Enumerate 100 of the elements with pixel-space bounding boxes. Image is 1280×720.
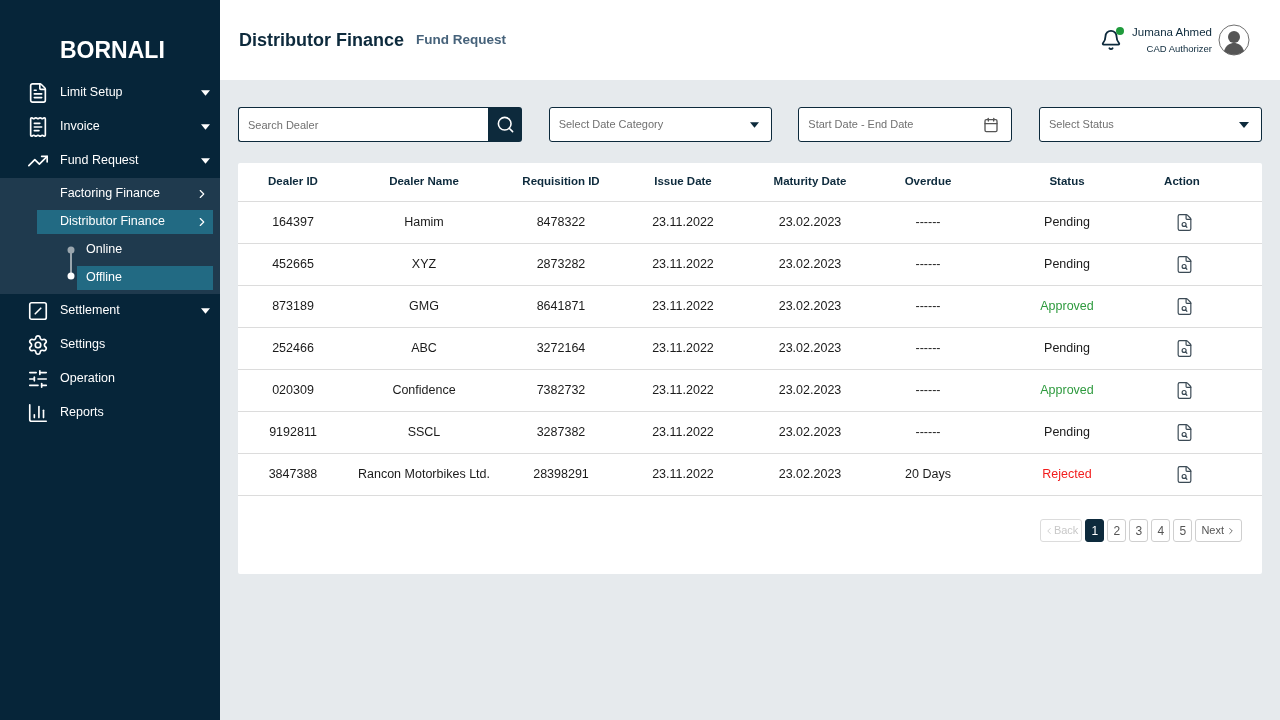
column-header: Status [1048,174,1086,190]
sidebar-item[interactable]: Fund Request [0,143,220,178]
page-button[interactable]: 2 [1107,519,1127,542]
table-cell-text: 23.02.2023 [777,340,843,358]
table-cell-text: SSCL [406,424,442,442]
table-cell-text: ABC [410,340,438,358]
table-cell-text: 3287382 [535,424,587,442]
page-title: Distributor Finance [239,28,404,52]
bell-icon [1100,29,1123,51]
table-cell-text: 28398291 [532,466,590,484]
table-cell-text: 252466 [271,340,315,358]
table-cell-text: ------ [914,382,942,400]
sidebar-item[interactable]: Reports [0,395,220,430]
date-category-dropdown[interactable]: Select Date Category [548,107,772,142]
table-cell-text: ------ [914,424,942,442]
column-header: Dealer ID [267,174,319,190]
table-cell-text: 23.11.2022 [651,424,715,442]
table-cell-text: 164397 [271,214,315,232]
sidebar-item[interactable]: Limit Setup [0,75,220,110]
page-button[interactable]: 4 [1151,519,1171,542]
receipt-icon [27,115,49,138]
search-field[interactable]: Search Dealer [238,107,488,142]
table-cell-text: XYZ [410,256,438,274]
table-cell-text: 23.02.2023 [777,424,843,442]
page-button[interactable]: 1 [1085,519,1105,542]
table-cell-text: 3272164 [535,340,587,358]
logo: BORNALI [60,36,166,65]
caret-icon [201,157,210,164]
page-button[interactable]: 5 [1173,519,1193,542]
table-cell-text: Rancon Motorbikes Ltd. [357,466,491,484]
search-button[interactable] [488,107,522,142]
table-cell-text: 2873282 [535,256,587,274]
caret-icon [749,121,759,128]
status-text: Pending [1043,424,1091,442]
status-text: Pending [1043,214,1091,232]
page-subtitle: Fund Request [416,30,507,49]
table-cell-text: 23.11.2022 [651,256,715,274]
column-header: Requisition ID [521,174,601,190]
table-cell-text: 23.11.2022 [651,466,715,484]
sidebar-item[interactable]: Invoice [0,109,220,144]
status-text: Approved [1039,382,1095,400]
table-cell-text: ------ [914,340,942,358]
table-cell-text: 23.02.2023 [777,382,843,400]
table-cell-text: ------ [914,298,942,316]
table-cell-text: 23.11.2022 [651,382,715,400]
submenu-item[interactable]: Offline [77,265,213,290]
sidebar-item[interactable]: Operation [0,361,220,396]
caret-icon [201,307,210,314]
column-header: Overdue [903,174,953,190]
table-cell-text: ------ [914,256,942,274]
table-cell-text: ------ [914,214,942,232]
user-name: Jumana Ahmed [1132,25,1212,41]
caret-icon [1238,121,1249,128]
calendar-icon [983,116,1000,133]
table-cell-text: 20 Days [904,466,952,484]
table-cell-text: 020309 [271,382,315,400]
tree-line-icon [67,245,75,280]
submenu-item[interactable]: Online [77,237,213,262]
table-cell-text: 23.11.2022 [651,340,715,358]
status-dropdown[interactable]: Select Status [1038,107,1262,142]
notification-button[interactable] [1100,29,1123,51]
table-cell-text: 23.11.2022 [651,214,715,232]
status-text: Rejected [1041,466,1093,484]
user-role: CAD Authorizer [1146,41,1212,56]
status-text: Pending [1043,256,1091,274]
column-header: Issue Date [653,174,713,190]
table-cell-text: 23.11.2022 [651,298,715,316]
table-cell-text: 23.02.2023 [777,214,843,232]
table-cell-text: 7382732 [535,382,587,400]
status-text: Approved [1039,298,1095,316]
table-cell-text: 9192811 [268,424,318,442]
avatar-icon[interactable] [1218,24,1250,56]
table-cell-text: 8478322 [535,214,587,232]
caret-icon [201,89,210,96]
column-header: Maturity Date [772,174,848,190]
column-header: Dealer Name [388,174,460,190]
table-cell-text: 3847388 [267,466,319,484]
table-cell-text: 873189 [271,298,315,316]
status-text: Pending [1043,340,1091,358]
table-cell-text: 8641871 [535,298,587,316]
document-icon [27,81,49,104]
table-cell-text: GMG [408,298,440,316]
submenu-item[interactable]: Distributor Finance [37,209,213,234]
table-cell-text: Hamim [403,214,445,232]
table-cell-text: 452665 [271,256,315,274]
table-cell-text: 23.02.2023 [777,256,843,274]
table-cell-text: 23.02.2023 [777,466,843,484]
bar-chart-icon [27,401,49,424]
sidebar-item[interactable]: Settlement [0,293,220,328]
search-icon [495,115,515,134]
table-cell-text: 23.02.2023 [777,298,843,316]
sidebar-item[interactable]: Settings [0,327,220,362]
table-cell-text: Confidence [391,382,457,400]
caret-icon [201,123,210,130]
date-range-field[interactable]: Start Date - End Date [798,107,1013,142]
settings-icon [27,333,49,356]
page-button[interactable]: 3 [1129,519,1149,542]
column-header: Action [1163,174,1201,190]
submenu-item[interactable]: Factoring Finance [37,181,213,206]
next-button[interactable]: Next [1195,519,1242,542]
